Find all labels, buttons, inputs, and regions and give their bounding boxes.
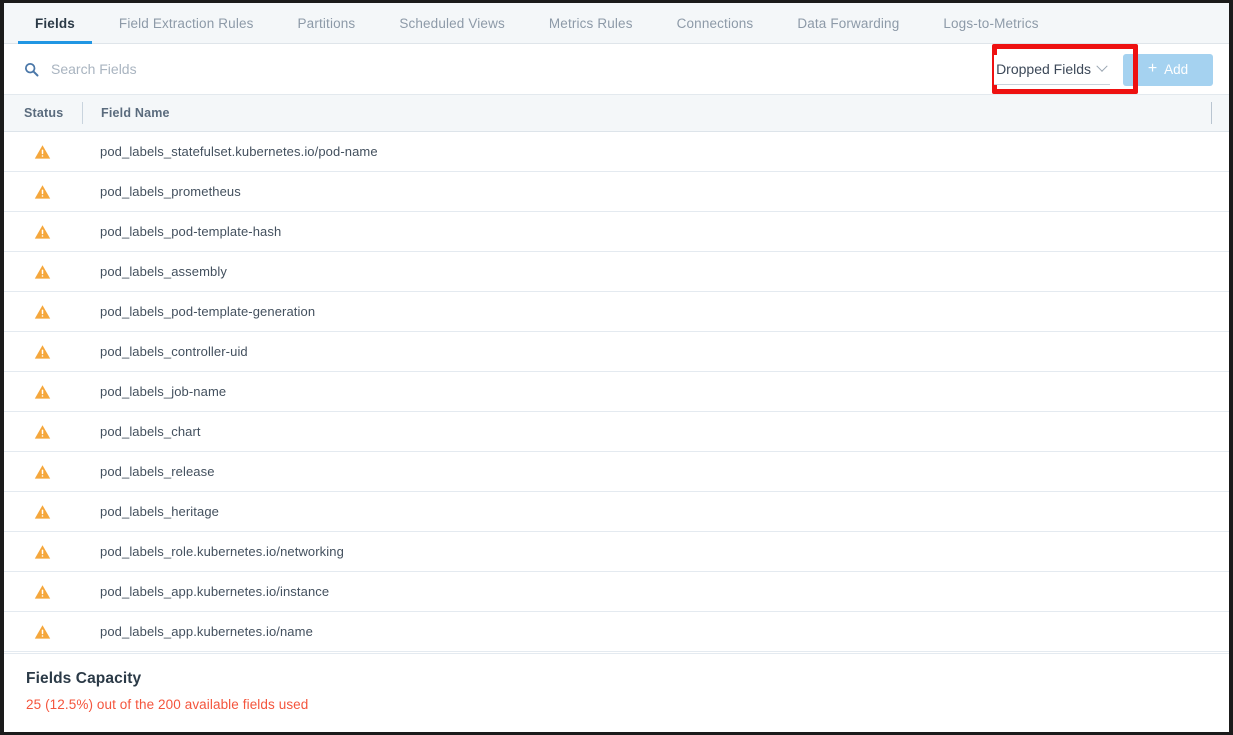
field-name-cell: pod_labels_job-name	[82, 384, 226, 399]
add-button[interactable]: + Add	[1123, 54, 1213, 86]
tab-label: Fields	[35, 16, 75, 31]
warning-triangle-icon	[4, 464, 82, 480]
tab-logs-to-metrics[interactable]: Logs-to-Metrics	[921, 3, 1060, 43]
field-name-cell: pod_labels_heritage	[82, 504, 219, 519]
table-row[interactable]: pod_labels_prometheus	[4, 172, 1229, 212]
search-input[interactable]	[51, 61, 471, 77]
field-name-cell: pod_labels_prometheus	[82, 184, 241, 199]
table-row[interactable]: pod_labels_chart	[4, 412, 1229, 452]
tab-field-extraction-rules[interactable]: Field Extraction Rules	[97, 3, 276, 43]
field-name-cell: pod_labels_assembly	[82, 264, 227, 279]
table-row[interactable]: pod_labels_role.kubernetes.io/networking	[4, 532, 1229, 572]
field-name-cell: pod_labels_chart	[82, 424, 201, 439]
table-header: Status Field Name	[4, 95, 1229, 132]
warning-triangle-icon	[4, 624, 82, 640]
warning-triangle-icon	[4, 264, 82, 280]
table-row[interactable]: pod_labels_app.kubernetes.io/instance	[4, 572, 1229, 612]
chevron-down-icon	[1096, 61, 1107, 72]
plus-icon: +	[1148, 61, 1157, 77]
table-row[interactable]: pod_labels_app.kubernetes.io/name	[4, 612, 1229, 652]
warning-triangle-icon	[4, 184, 82, 200]
fields-settings-page: Fields Field Extraction Rules Partitions Sc…	[0, 0, 1233, 735]
warning-triangle-icon	[4, 384, 82, 400]
table-row[interactable]: pod_labels_controller-uid	[4, 332, 1229, 372]
fields-capacity-footer: Fields Capacity 25 (12.5%) out of the 20…	[4, 653, 1229, 732]
table-row[interactable]: pod_labels_heritage	[4, 492, 1229, 532]
field-name-cell: pod_labels_app.kubernetes.io/name	[82, 624, 313, 639]
warning-triangle-icon	[4, 344, 82, 360]
tab-partitions[interactable]: Partitions	[276, 3, 378, 43]
filter-dropdown[interactable]: Dropped Fields	[994, 55, 1110, 85]
table-row[interactable]: pod_labels_pod-template-hash	[4, 212, 1229, 252]
tab-label: Logs-to-Metrics	[943, 16, 1038, 31]
tab-label: Metrics Rules	[549, 16, 633, 31]
search-icon	[24, 62, 39, 77]
warning-triangle-icon	[4, 424, 82, 440]
field-name-cell: pod_labels_statefulset.kubernetes.io/pod…	[82, 144, 378, 159]
field-name-cell: pod_labels_release	[82, 464, 215, 479]
fields-capacity-title: Fields Capacity	[26, 670, 1229, 688]
warning-triangle-icon	[4, 544, 82, 560]
tab-label: Field Extraction Rules	[119, 16, 254, 31]
warning-triangle-icon	[4, 224, 82, 240]
warning-triangle-icon	[4, 584, 82, 600]
table-row[interactable]: pod_labels_release	[4, 452, 1229, 492]
fields-table-body: pod_labels_statefulset.kubernetes.io/pod…	[4, 132, 1229, 652]
tab-label: Connections	[677, 16, 754, 31]
column-header-status: Status	[4, 106, 82, 120]
filter-dropdown-label: Dropped Fields	[996, 61, 1091, 77]
tab-fields[interactable]: Fields	[13, 3, 97, 43]
tab-label: Partitions	[298, 16, 356, 31]
field-name-cell: pod_labels_pod-template-generation	[82, 304, 315, 319]
field-name-cell: pod_labels_controller-uid	[82, 344, 248, 359]
fields-capacity-text: 25 (12.5%) out of the 200 available fiel…	[26, 697, 1229, 712]
warning-triangle-icon	[4, 504, 82, 520]
tab-metrics-rules[interactable]: Metrics Rules	[527, 3, 655, 43]
add-button-label: Add	[1164, 62, 1188, 77]
tab-bar: Fields Field Extraction Rules Partitions Sc…	[4, 3, 1229, 44]
warning-triangle-icon	[4, 144, 82, 160]
tab-scheduled-views[interactable]: Scheduled Views	[377, 3, 527, 43]
column-end-divider	[1211, 102, 1212, 124]
toolbar: Dropped Fields + Add	[4, 44, 1229, 95]
table-row[interactable]: pod_labels_statefulset.kubernetes.io/pod…	[4, 132, 1229, 172]
table-row[interactable]: pod_labels_assembly	[4, 252, 1229, 292]
column-header-field-name: Field Name	[83, 106, 170, 120]
field-name-cell: pod_labels_app.kubernetes.io/instance	[82, 584, 329, 599]
table-row[interactable]: pod_labels_pod-template-generation	[4, 292, 1229, 332]
tab-data-forwarding[interactable]: Data Forwarding	[775, 3, 921, 43]
field-name-cell: pod_labels_pod-template-hash	[82, 224, 281, 239]
toolbar-right-controls: Dropped Fields + Add	[994, 44, 1213, 95]
tab-connections[interactable]: Connections	[655, 3, 776, 43]
tab-label: Scheduled Views	[399, 16, 505, 31]
tab-label: Data Forwarding	[797, 16, 899, 31]
field-name-cell: pod_labels_role.kubernetes.io/networking	[82, 544, 344, 559]
table-row[interactable]: pod_labels_job-name	[4, 372, 1229, 412]
warning-triangle-icon	[4, 304, 82, 320]
